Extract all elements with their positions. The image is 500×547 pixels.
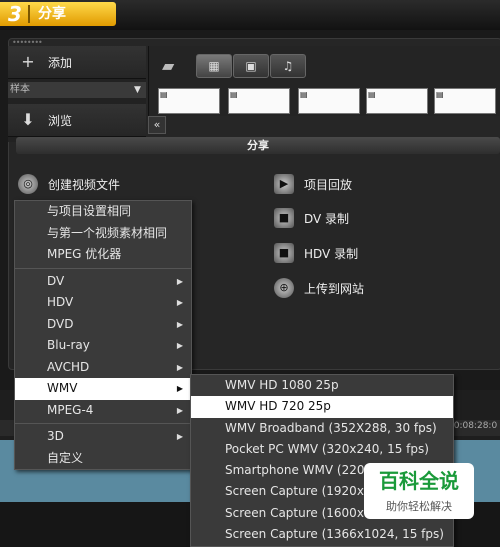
menu-item-wmv[interactable]: WMV ▶ (15, 378, 191, 400)
upload-to-web-option[interactable]: ⊕ 上传到网站 (274, 278, 364, 298)
media-thumbnail[interactable]: ▤ (434, 88, 496, 114)
submenu-arrow-icon: ▶ (176, 432, 183, 441)
watermark-logo-text: 百科全说 (379, 469, 459, 493)
menu-item-same-as-first-clip[interactable]: 与第一个视频素材相同 (15, 223, 191, 245)
plus-icon: + (21, 52, 35, 71)
media-thumbnail[interactable]: ▤ (158, 88, 220, 114)
submenu-arrow-icon: ▶ (176, 298, 183, 307)
menu-item-3d[interactable]: 3D ▶ (15, 426, 191, 448)
menu-separator (15, 423, 191, 424)
image-filter-icon[interactable]: ▣ (233, 54, 269, 78)
menu-item-label: Screen Capture (1920x1 (225, 484, 372, 499)
menu-item-label: AVCHD (47, 359, 90, 374)
menu-item-label: MPEG 优化器 (47, 247, 122, 261)
film-icon: ▤ (160, 90, 168, 99)
browse-button[interactable]: ⬇ 浏览 (8, 104, 146, 137)
step-label: 分享 (38, 6, 66, 22)
submenu-arrow-icon: ▶ (176, 362, 183, 372)
menu-item-label: Screen Capture (1600x9 (225, 505, 372, 520)
create-video-file-label: 创建视频文件 (48, 177, 121, 192)
film-icon: ▤ (368, 90, 376, 99)
step-number: 3 (8, 2, 22, 26)
menu-item-label: DV (47, 273, 65, 288)
menu-item-label: Screen Capture (1366x1024, 15 fps) (225, 527, 444, 542)
film-reel-icon: ◎ (18, 174, 38, 194)
wmv-submenu: WMV HD 1080 25p WMV HD 720 25p WMV Broad… (190, 374, 454, 547)
dropdown-arrow-icon[interactable]: ▼ (134, 82, 141, 98)
menu-item-wmv-broadband[interactable]: WMV Broadband (352X288, 30 fps) (191, 418, 453, 439)
menu-item-label: DVD (47, 316, 74, 331)
create-video-file-option[interactable]: ◎ 创建视频文件 (18, 174, 120, 194)
menu-item-label: 3D (47, 429, 64, 443)
menu-item-hdv[interactable]: HDV ▶ (15, 292, 191, 314)
media-thumbnail[interactable]: ▤ (366, 88, 428, 114)
menu-item-label: 与项目设置相同 (47, 204, 132, 218)
menu-item-mpeg4[interactable]: MPEG-4 ▶ (15, 400, 191, 422)
add-label: 添加 (48, 55, 73, 70)
menu-item-screen-capture-1366[interactable]: Screen Capture (1366x1024, 15 fps) (191, 524, 453, 545)
camcorder-icon: ■ (274, 243, 294, 263)
menu-item-mpeg-optimizer[interactable]: MPEG 优化器 (15, 244, 191, 266)
share-section-title: 分享 (247, 139, 269, 152)
menu-item-label: Pocket PC WMV (320x240, 15 fps) (225, 441, 429, 456)
menu-item-label: Smartphone WMV (220 (225, 463, 365, 478)
menu-item-dvd[interactable]: DVD ▶ (15, 314, 191, 336)
add-button[interactable]: + 添加 (8, 46, 146, 79)
hdv-record-option[interactable]: ■ HDV 录制 (274, 243, 358, 263)
submenu-arrow-icon: ▶ (176, 405, 183, 415)
menu-item-label: 自定义 (47, 450, 84, 465)
menu-item-label: Blu-ray (47, 338, 90, 352)
folder-icon[interactable]: ▰ (162, 56, 174, 75)
dv-record-option[interactable]: ■ DV 录制 (274, 208, 349, 228)
menu-item-wmv-hd-720[interactable]: WMV HD 720 25p (191, 396, 453, 418)
submenu-arrow-icon: ▶ (176, 384, 183, 393)
timecode-label: 00:08:28:0 (448, 421, 498, 431)
film-icon: ▤ (230, 90, 238, 99)
browse-icon: ⬇ (21, 110, 35, 129)
hdv-record-label: HDV 录制 (304, 246, 359, 261)
globe-icon: ⊕ (274, 278, 294, 298)
step-tab-share[interactable]: 3 分享 (0, 2, 116, 26)
menu-item-label: WMV Broadband (352X288, 30 fps) (225, 420, 437, 435)
film-icon: ▤ (300, 90, 308, 99)
menu-item-pocket-pc-wmv[interactable]: Pocket PC WMV (320x240, 15 fps) (191, 439, 453, 460)
menu-item-dv[interactable]: DV ▶ (15, 271, 191, 293)
menu-item-avchd[interactable]: AVCHD ▶ (15, 357, 191, 379)
menu-item-bluray[interactable]: Blu-ray ▶ (15, 335, 191, 357)
project-playback-label: 项目回放 (304, 177, 353, 192)
menu-separator (15, 267, 191, 269)
watermark-tagline: 助你轻松解决 (386, 500, 452, 513)
menu-item-same-as-project[interactable]: 与项目设置相同 (15, 201, 191, 223)
camcorder-icon: ■ (274, 208, 294, 228)
menu-item-label: WMV HD 1080 25p (225, 378, 339, 392)
menu-item-wmv-hd-1080[interactable]: WMV HD 1080 25p (191, 375, 453, 396)
menu-item-label: 与第一个视频素材相同 (47, 225, 168, 240)
menu-item-label: HDV (47, 295, 74, 309)
project-playback-option[interactable]: ▶ 项目回放 (274, 174, 352, 194)
upload-to-web-label: 上传到网站 (304, 281, 365, 296)
create-video-menu: 与项目设置相同 与第一个视频素材相同 MPEG 优化器 DV ▶ HDV ▶ DVD… (14, 200, 192, 470)
film-icon: ▤ (436, 90, 444, 99)
audio-filter-icon[interactable]: ♫ (270, 54, 306, 78)
submenu-arrow-icon: ▶ (176, 341, 183, 350)
browse-label: 浏览 (48, 113, 73, 128)
menu-item-custom[interactable]: 自定义 (15, 448, 191, 470)
media-thumbnail[interactable]: ▤ (298, 88, 360, 114)
media-thumbnail[interactable]: ▤ (228, 88, 290, 114)
menu-item-label: WMV (47, 381, 78, 395)
video-filter-icon[interactable]: ▦ (196, 54, 232, 78)
step-divider (28, 5, 30, 23)
collapse-library-button[interactable]: « (148, 116, 166, 134)
menu-item-label: MPEG-4 (47, 402, 94, 417)
playback-icon: ▶ (274, 174, 294, 194)
submenu-arrow-icon: ▶ (176, 319, 183, 329)
menu-item-label: WMV HD 720 25p (225, 399, 331, 414)
dv-record-label: DV 录制 (304, 211, 350, 226)
sample-dropdown-value: 样本 (10, 84, 30, 95)
submenu-arrow-icon: ▶ (176, 276, 183, 286)
